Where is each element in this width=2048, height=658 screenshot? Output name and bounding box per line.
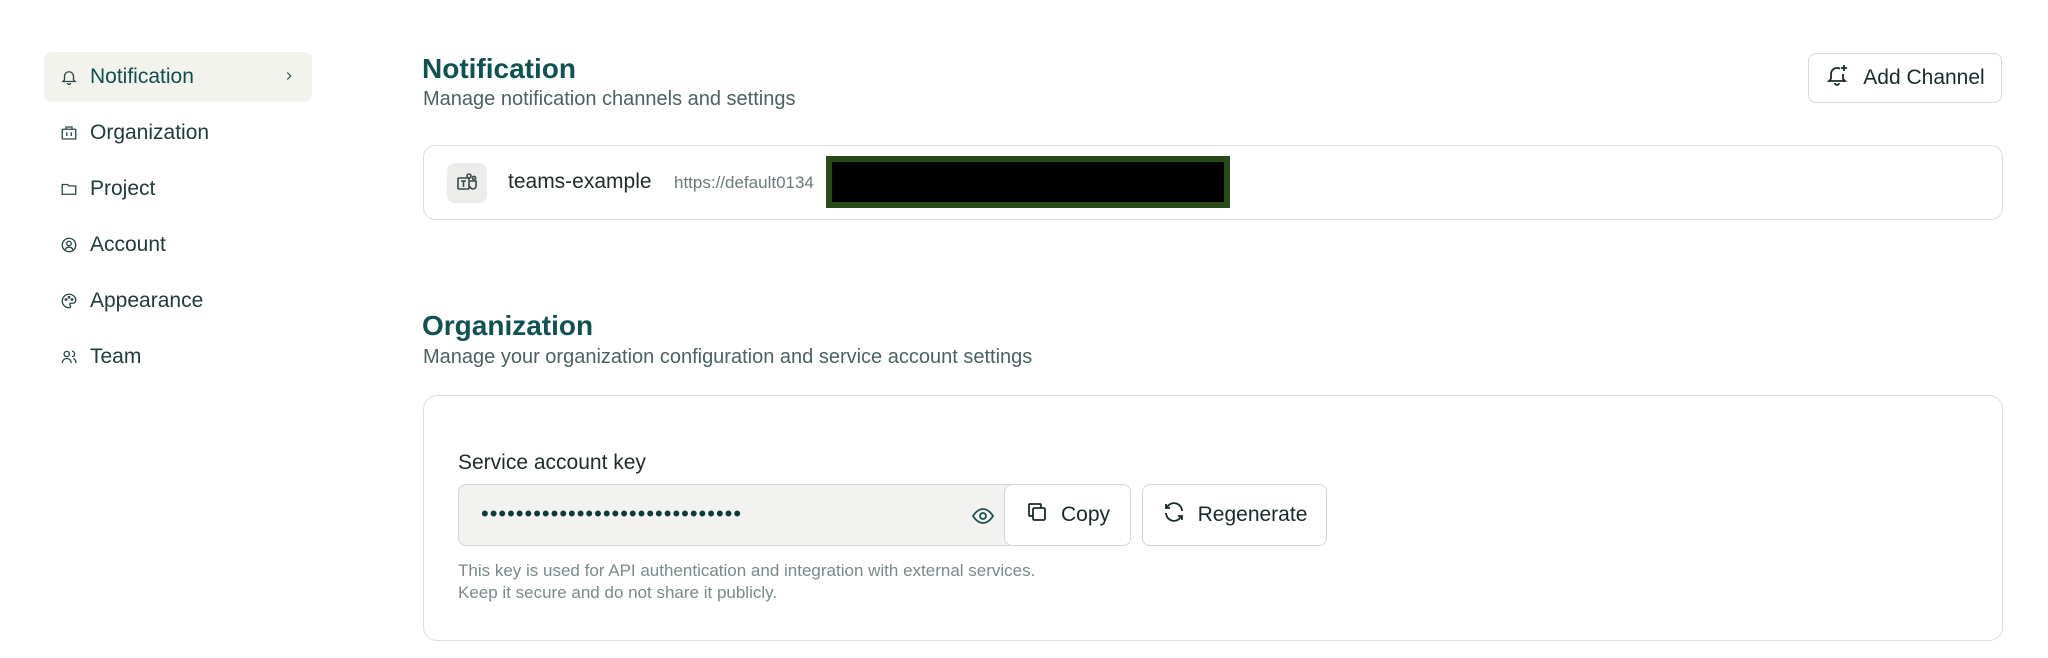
sidebar-item-label: Team bbox=[90, 345, 142, 368]
service-account-key-input[interactable]: •••••••••••••••••••••••••••••• bbox=[458, 484, 1016, 546]
copy-icon bbox=[1025, 500, 1049, 530]
bell-plus-icon bbox=[1825, 63, 1849, 93]
settings-sidebar: Notification Organization Project Accoun… bbox=[44, 52, 312, 388]
notification-section-title: Notification bbox=[422, 53, 576, 84]
sidebar-item-label: Organization bbox=[90, 121, 210, 144]
palette-icon bbox=[60, 292, 78, 310]
channel-url: https://default0134 bbox=[674, 173, 814, 192]
sidebar-item-label: Project bbox=[90, 177, 156, 200]
building-icon bbox=[60, 124, 78, 142]
redaction-box bbox=[826, 156, 1230, 208]
organization-section-subtitle: Manage your organization configuration a… bbox=[423, 346, 1033, 368]
help-text-line-2: Keep it secure and do not share it publi… bbox=[458, 583, 778, 602]
users-icon bbox=[60, 348, 78, 366]
add-channel-label: Add Channel bbox=[1863, 66, 1985, 89]
copy-button[interactable]: Copy bbox=[1004, 484, 1131, 546]
sidebar-item-notification[interactable]: Notification bbox=[44, 52, 312, 102]
sidebar-item-label: Appearance bbox=[90, 289, 204, 312]
eye-icon[interactable] bbox=[971, 504, 995, 533]
sidebar-item-label: Account bbox=[90, 233, 166, 256]
masked-key-value: •••••••••••••••••••••••••••••• bbox=[481, 501, 743, 526]
folder-icon bbox=[60, 180, 78, 198]
sidebar-item-team[interactable]: Team bbox=[44, 332, 312, 382]
sidebar-item-organization[interactable]: Organization bbox=[44, 108, 312, 158]
service-account-key-label: Service account key bbox=[458, 451, 646, 474]
help-text-line-1: This key is used for API authentication … bbox=[458, 561, 1036, 580]
refresh-icon bbox=[1162, 500, 1186, 530]
service-account-card: Service account key ••••••••••••••••••••… bbox=[423, 395, 2003, 641]
sidebar-item-account[interactable]: Account bbox=[44, 220, 312, 270]
organization-section-title: Organization bbox=[422, 310, 594, 341]
regenerate-label: Regenerate bbox=[1197, 503, 1308, 526]
sidebar-item-project[interactable]: Project bbox=[44, 164, 312, 214]
teams-icon bbox=[447, 163, 487, 203]
sidebar-item-appearance[interactable]: Appearance bbox=[44, 276, 312, 326]
channel-card[interactable]: teams-example https://default0134 bbox=[423, 145, 2003, 220]
regenerate-button[interactable]: Regenerate bbox=[1142, 484, 1327, 546]
notification-section-subtitle: Manage notification channels and setting… bbox=[423, 88, 796, 110]
add-channel-button[interactable]: Add Channel bbox=[1808, 53, 2002, 103]
channel-name: teams-example bbox=[508, 170, 652, 193]
chevron-right-icon bbox=[282, 65, 296, 89]
user-circle-icon bbox=[60, 236, 78, 254]
copy-label: Copy bbox=[1060, 503, 1111, 526]
bell-icon bbox=[60, 68, 78, 86]
sidebar-item-label: Notification bbox=[90, 65, 194, 88]
